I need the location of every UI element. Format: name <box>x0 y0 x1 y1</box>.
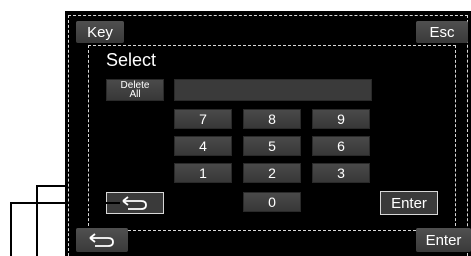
key-6-label: 6 <box>337 138 345 154</box>
key-7-button[interactable]: 7 <box>174 109 232 129</box>
key-button[interactable]: Key <box>76 21 124 43</box>
key-9-label: 9 <box>337 111 345 127</box>
dialog-title: Select <box>106 50 157 70</box>
return-arrow-icon <box>87 233 117 247</box>
key-button-label: Key <box>87 23 113 41</box>
dialog-enter-label: Enter <box>391 194 427 212</box>
key-1-button[interactable]: 1 <box>174 163 232 183</box>
return-arrow-icon <box>120 196 150 210</box>
key-8-button[interactable]: 8 <box>243 109 301 129</box>
key-2-button[interactable]: 2 <box>243 163 301 183</box>
delete-all-label: Delete All <box>120 80 150 100</box>
bottom-back-button[interactable] <box>76 228 128 252</box>
key-3-label: 3 <box>337 165 345 181</box>
callout-line-vertical-left <box>10 202 12 256</box>
key-1-label: 1 <box>199 165 207 181</box>
key-4-button[interactable]: 4 <box>174 136 232 156</box>
key-4-label: 4 <box>199 138 207 154</box>
callout-line-vertical-right <box>36 185 38 256</box>
key-6-button[interactable]: 6 <box>312 136 370 156</box>
key-8-label: 8 <box>268 111 276 127</box>
esc-button-label: Esc <box>429 23 455 41</box>
key-0-button[interactable]: 0 <box>243 192 301 212</box>
callout-line-horizontal-left <box>10 202 120 204</box>
key-9-button[interactable]: 9 <box>312 109 370 129</box>
dialog-enter-button[interactable]: Enter <box>380 191 438 215</box>
input-display-field <box>174 79 372 101</box>
key-5-button[interactable]: 5 <box>243 136 301 156</box>
key-3-button[interactable]: 3 <box>312 163 370 183</box>
key-2-label: 2 <box>268 165 276 181</box>
key-5-label: 5 <box>268 138 276 154</box>
key-7-label: 7 <box>199 111 207 127</box>
callout-line-horizontal-right <box>36 185 68 187</box>
bottom-enter-label: Enter <box>425 231 462 249</box>
esc-button[interactable]: Esc <box>416 21 468 43</box>
key-0-label: 0 <box>268 194 276 210</box>
delete-all-button[interactable]: Delete All <box>106 79 164 101</box>
bottom-enter-button[interactable]: Enter <box>416 228 471 252</box>
